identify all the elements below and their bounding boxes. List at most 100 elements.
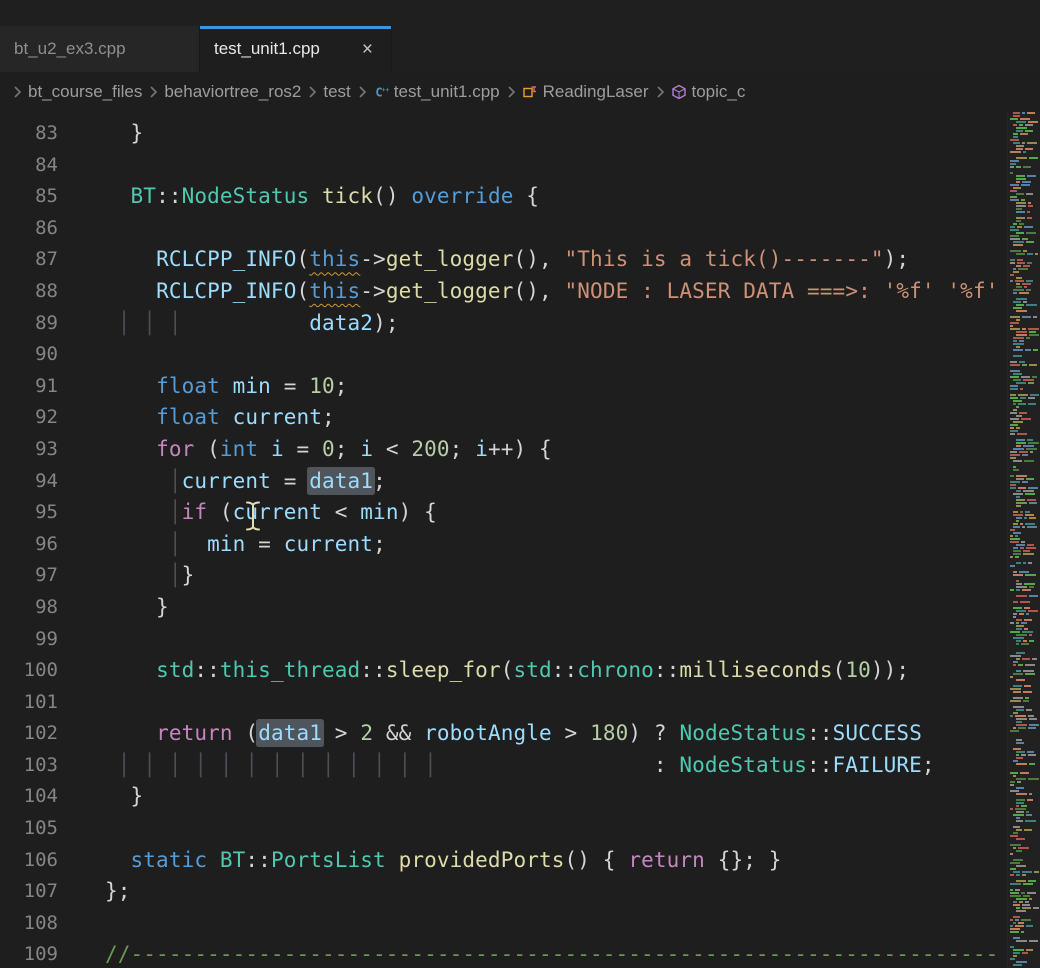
code-line[interactable]: 108	[0, 908, 1040, 940]
chevron-right-icon	[357, 85, 367, 99]
fold-gutter	[58, 687, 105, 719]
code-line[interactable]: 106 static BT::PortsList providedPorts()…	[0, 845, 1040, 877]
code-text: │ │ │ data2);	[105, 308, 399, 340]
fold-gutter	[58, 876, 105, 908]
fold-gutter	[58, 939, 105, 968]
code-line[interactable]: 101	[0, 687, 1040, 719]
fold-gutter	[58, 908, 105, 940]
code-line[interactable]: 89 │ │ │ data2);	[0, 308, 1040, 340]
code-line[interactable]: 109 //-----------------------------------…	[0, 939, 1040, 968]
code-text: BT::NodeStatus tick() override {	[105, 181, 539, 213]
fold-gutter	[58, 434, 105, 466]
code-line[interactable]: 90	[0, 339, 1040, 371]
code-line[interactable]: 94 │current = data1;	[0, 466, 1040, 498]
breadcrumb: bt_course_files behaviortree_ros2 test C…	[0, 72, 1040, 112]
line-number[interactable]: 88	[0, 276, 58, 308]
fold-gutter	[58, 244, 105, 276]
fold-gutter	[58, 181, 105, 213]
line-number[interactable]: 109	[0, 939, 58, 968]
code-text: float min = 10;	[105, 371, 348, 403]
line-number[interactable]: 87	[0, 244, 58, 276]
fold-gutter	[58, 339, 105, 371]
code-text: RCLCPP_INFO(this->get_logger(), "This is…	[105, 244, 909, 276]
code-line[interactable]: 95 │if (current < min) {	[0, 497, 1040, 529]
line-number[interactable]: 85	[0, 181, 58, 213]
code-line[interactable]: 104 }	[0, 781, 1040, 813]
code-line[interactable]: 93 for (int i = 0; i < 200; i++) {	[0, 434, 1040, 466]
line-number[interactable]: 94	[0, 466, 58, 498]
line-number[interactable]: 105	[0, 813, 58, 845]
code-line[interactable]: 92 float current;	[0, 402, 1040, 434]
code-line[interactable]: 100 std::this_thread::sleep_for(std::chr…	[0, 655, 1040, 687]
fold-gutter	[58, 150, 105, 182]
line-number[interactable]: 93	[0, 434, 58, 466]
fold-gutter	[58, 497, 105, 529]
breadcrumb-item-readinglaser[interactable]: ReadingLaser	[522, 82, 649, 102]
line-number[interactable]: 99	[0, 624, 58, 656]
line-number[interactable]: 86	[0, 213, 58, 245]
svg-text:++: ++	[381, 86, 389, 94]
fold-gutter	[58, 845, 105, 877]
chevron-right-icon	[655, 85, 665, 99]
close-icon[interactable]: ×	[358, 38, 377, 61]
line-number[interactable]: 90	[0, 339, 58, 371]
fold-gutter	[58, 466, 105, 498]
fold-gutter	[58, 371, 105, 403]
code-line[interactable]: 97 │}	[0, 560, 1040, 592]
breadcrumb-item-topic-callback[interactable]: topic_c	[671, 82, 746, 102]
code-line[interactable]: 96 │ min = current;	[0, 529, 1040, 561]
line-number[interactable]: 95	[0, 497, 58, 529]
line-number[interactable]: 98	[0, 592, 58, 624]
line-number[interactable]: 102	[0, 718, 58, 750]
line-number[interactable]: 89	[0, 308, 58, 340]
code-line[interactable]: 102 return (data1 > 2 && robotAngle > 18…	[0, 718, 1040, 750]
line-number[interactable]: 108	[0, 908, 58, 940]
line-number[interactable]: 96	[0, 529, 58, 561]
line-number[interactable]: 100	[0, 655, 58, 687]
line-number[interactable]: 92	[0, 402, 58, 434]
code-text: return (data1 > 2 && robotAngle > 180) ?…	[105, 718, 922, 750]
code-text: std::this_thread::sleep_for(std::chrono:…	[105, 655, 909, 687]
breadcrumb-item-behaviortree-ros2[interactable]: behaviortree_ros2	[164, 82, 301, 102]
chevron-right-icon	[307, 85, 317, 99]
code-line[interactable]: 91 float min = 10;	[0, 371, 1040, 403]
code-line[interactable]: 83 }	[0, 118, 1040, 150]
line-number[interactable]: 91	[0, 371, 58, 403]
breadcrumb-item-bt-course-files[interactable]: bt_course_files	[28, 82, 142, 102]
minimap[interactable]	[1007, 112, 1040, 968]
fold-gutter	[58, 118, 105, 150]
fold-gutter	[58, 308, 105, 340]
code-line[interactable]: 84	[0, 150, 1040, 182]
code-line[interactable]: 107};	[0, 876, 1040, 908]
tab-bt-u2-ex3[interactable]: bt_u2_ex3.cpp	[0, 26, 200, 72]
code-line[interactable]: 103 │ │ │ │ │ │ │ │ │ │ │ │ │ : NodeStat…	[0, 750, 1040, 782]
line-number[interactable]: 103	[0, 750, 58, 782]
tab-label: test_unit1.cpp	[214, 39, 320, 59]
code-line[interactable]: 86	[0, 213, 1040, 245]
line-number[interactable]: 107	[0, 876, 58, 908]
breadcrumb-item-test[interactable]: test	[323, 82, 350, 102]
code-editor[interactable]: 83 }8485 BT::NodeStatus tick() override …	[0, 112, 1040, 968]
fold-gutter	[58, 718, 105, 750]
window-titlebar	[0, 0, 1040, 26]
breadcrumb-item-test-unit1-cpp[interactable]: C ++ test_unit1.cpp	[373, 82, 500, 102]
code-line[interactable]: 88 RCLCPP_INFO(this->get_logger(), "NODE…	[0, 276, 1040, 308]
code-line[interactable]: 99	[0, 624, 1040, 656]
code-text: │ min = current;	[105, 529, 386, 561]
code-line[interactable]: 105	[0, 813, 1040, 845]
chevron-right-icon	[12, 85, 22, 99]
code-line[interactable]: 98 }	[0, 592, 1040, 624]
line-number[interactable]: 97	[0, 560, 58, 592]
fold-gutter	[58, 213, 105, 245]
line-number[interactable]: 101	[0, 687, 58, 719]
code-line[interactable]: 85 BT::NodeStatus tick() override {	[0, 181, 1040, 213]
line-number[interactable]: 104	[0, 781, 58, 813]
code-text: static BT::PortsList providedPorts() { r…	[105, 845, 782, 877]
code-line[interactable]: 87 RCLCPP_INFO(this->get_logger(), "This…	[0, 244, 1040, 276]
code-text: }	[105, 118, 143, 150]
tab-test-unit1[interactable]: test_unit1.cpp ×	[200, 26, 392, 72]
line-number[interactable]: 106	[0, 845, 58, 877]
line-number[interactable]: 83	[0, 118, 58, 150]
code-text: //--------------------------------------…	[105, 939, 998, 968]
line-number[interactable]: 84	[0, 150, 58, 182]
